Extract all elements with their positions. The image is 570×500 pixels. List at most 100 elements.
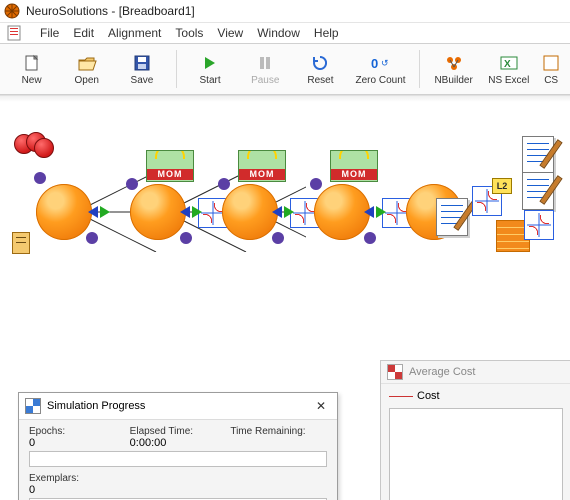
menu-alignment[interactable]: Alignment: [108, 26, 161, 40]
neural-layer-icon[interactable]: [36, 184, 92, 240]
momentum-component[interactable]: MOM: [146, 150, 194, 182]
average-cost-panel[interactable]: Average Cost Cost: [380, 360, 570, 500]
breadboard[interactable]: MOM MOM MOM L2: [6, 102, 564, 272]
svg-text:X: X: [504, 59, 511, 70]
svg-text:↺: ↺: [381, 58, 389, 68]
mom-label: MOM: [239, 169, 285, 180]
forward-arrow-icon: [284, 206, 294, 218]
menubar: File Edit Alignment Tools View Window He…: [0, 23, 570, 44]
epochs-value: 0: [29, 437, 126, 449]
open-label: Open: [75, 75, 99, 86]
menu-view[interactable]: View: [217, 26, 243, 40]
zero-count-label: Zero Count: [356, 75, 406, 86]
cs-label: CS: [544, 75, 558, 86]
dialog-title: Simulation Progress: [47, 400, 305, 412]
neural-layer-icon[interactable]: [314, 184, 370, 240]
titlebar: NeuroSolutions - [Breadboard1]: [0, 0, 570, 23]
toolbar-separator: [176, 50, 177, 88]
chart-legend: Cost: [389, 390, 563, 402]
reset-label: Reset: [307, 75, 333, 86]
dialog-titlebar[interactable]: Simulation Progress ✕: [19, 393, 337, 420]
port-icon: [218, 178, 230, 190]
dialog-body: Epochs: 0 Elapsed Time: 0:00:00 Time Rem…: [19, 420, 337, 500]
menu-edit[interactable]: Edit: [73, 26, 94, 40]
toolbar-separator: [419, 50, 420, 88]
port-icon: [364, 232, 376, 244]
forward-arrow-icon: [100, 206, 110, 218]
app-icon: [4, 3, 20, 19]
nsexcel-button[interactable]: X NS Excel: [481, 46, 536, 92]
momentum-component[interactable]: MOM: [330, 150, 378, 182]
nsexcel-icon: X: [500, 53, 518, 73]
svg-text:0: 0: [371, 56, 378, 70]
exemplars-value: 0: [29, 484, 126, 496]
canvas-area[interactable]: MOM MOM MOM L2: [0, 95, 570, 500]
nbuilder-icon: [445, 53, 463, 73]
doc-icon: [6, 25, 22, 41]
back-arrow-icon: [364, 206, 374, 218]
elapsed-value: 0:00:00: [130, 437, 227, 449]
cs-button[interactable]: CS: [536, 46, 566, 92]
l2-badge[interactable]: L2: [492, 178, 512, 194]
nbuilder-label: NBuilder: [434, 75, 472, 86]
panel-icon: [387, 364, 403, 380]
back-arrow-icon: [180, 206, 190, 218]
mom-label: MOM: [147, 169, 193, 180]
open-icon: [77, 53, 97, 73]
start-button[interactable]: Start: [183, 46, 238, 92]
nbuilder-button[interactable]: NBuilder: [426, 46, 481, 92]
window-title: NeuroSolutions - [Breadboard1]: [26, 4, 195, 18]
momentum-component[interactable]: MOM: [238, 150, 286, 182]
pause-button[interactable]: Pause: [238, 46, 293, 92]
close-button[interactable]: ✕: [311, 399, 331, 413]
menu-help[interactable]: Help: [314, 26, 339, 40]
data-source-icon[interactable]: [14, 132, 54, 156]
epochs-label: Epochs:: [29, 426, 126, 437]
port-icon: [310, 178, 322, 190]
start-label: Start: [200, 75, 221, 86]
cs-icon: [543, 53, 559, 73]
new-icon: [23, 53, 41, 73]
menu-tools[interactable]: Tools: [175, 26, 203, 40]
port-icon: [86, 232, 98, 244]
legend-cost-label: Cost: [417, 390, 440, 402]
neural-layer-icon[interactable]: [222, 184, 278, 240]
reset-button[interactable]: Reset: [293, 46, 348, 92]
save-icon: [133, 53, 151, 73]
menu-file[interactable]: File: [40, 26, 59, 40]
exemplars-label: Exemplars:: [29, 473, 126, 484]
back-arrow-icon: [88, 206, 98, 218]
new-label: New: [22, 75, 42, 86]
port-icon: [272, 232, 284, 244]
save-button[interactable]: Save: [114, 46, 169, 92]
zero-count-button[interactable]: 0↺ Zero Count: [348, 46, 413, 92]
port-icon: [126, 178, 138, 190]
forward-arrow-icon: [376, 206, 386, 218]
cost-plot[interactable]: [389, 408, 563, 500]
remaining-label: Time Remaining:: [230, 426, 327, 437]
start-icon: [203, 53, 217, 73]
zero-count-icon: 0↺: [371, 53, 391, 73]
file-component-icon[interactable]: [12, 232, 30, 254]
port-icon: [34, 172, 46, 184]
save-label: Save: [131, 75, 154, 86]
elapsed-label: Elapsed Time:: [130, 426, 227, 437]
epochs-progressbar: [29, 451, 327, 467]
simulation-progress-dialog[interactable]: Simulation Progress ✕ Epochs: 0 Elapsed …: [18, 392, 338, 500]
pause-label: Pause: [251, 75, 279, 86]
activation-icon[interactable]: [524, 210, 554, 240]
forward-arrow-icon: [192, 206, 202, 218]
nsexcel-label: NS Excel: [488, 75, 529, 86]
legend-line-icon: [389, 396, 413, 397]
menu-window[interactable]: Window: [257, 26, 300, 40]
mom-label: MOM: [331, 169, 377, 180]
new-button[interactable]: New: [4, 46, 59, 92]
neural-layer-icon[interactable]: [130, 184, 186, 240]
toolbar: New Open Save Start Pause Reset 0↺ Zero …: [0, 44, 570, 95]
panel-titlebar[interactable]: Average Cost: [381, 361, 570, 384]
back-arrow-icon: [272, 206, 282, 218]
reset-icon: [311, 53, 329, 73]
panel-title: Average Cost: [409, 366, 475, 378]
pause-icon: [259, 53, 271, 73]
open-button[interactable]: Open: [59, 46, 114, 92]
